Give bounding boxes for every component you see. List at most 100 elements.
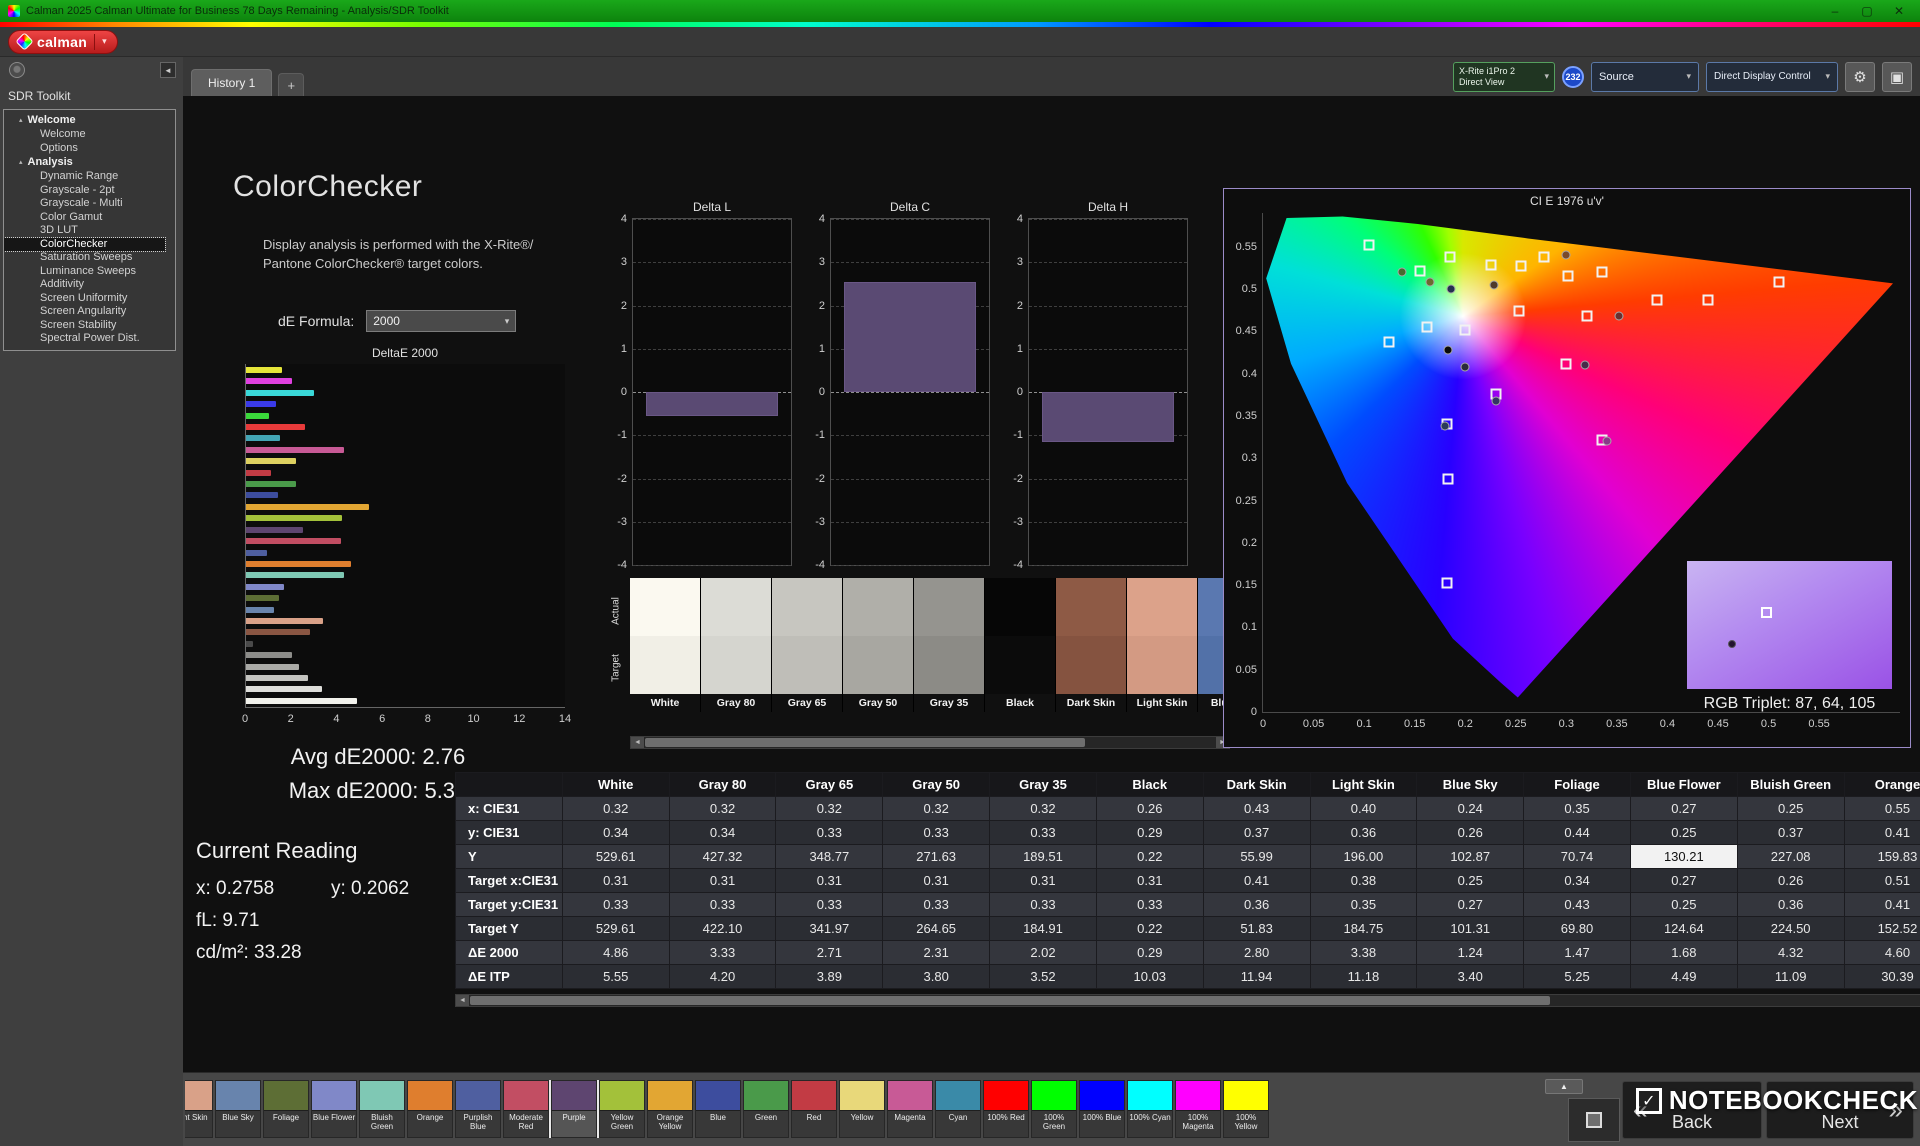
patch-label: Purple (552, 1111, 596, 1135)
table-cell[interactable]: 130.21 (1630, 845, 1737, 869)
sidebar-item-screen-uniformity[interactable]: Screen Uniformity (4, 292, 175, 306)
table-scrollbar[interactable]: ◄ ► (455, 994, 1920, 1007)
table-cell: 0.33 (669, 893, 776, 917)
results-table: WhiteGray 80Gray 65Gray 50Gray 35BlackDa… (455, 772, 1920, 989)
scroll-left-icon[interactable]: ◄ (631, 737, 644, 748)
patch-button-yellow-green[interactable]: Yellow Green (599, 1080, 645, 1138)
column-header-blue-flower: Blue Flower (1630, 773, 1737, 797)
patch-button-yellow[interactable]: Yellow (839, 1080, 885, 1138)
minimize-button[interactable]: – (1822, 4, 1848, 18)
patch-button-purple[interactable]: Purple (551, 1080, 597, 1138)
patch-button-moderate-red[interactable]: Moderate Red (503, 1080, 549, 1138)
close-button[interactable]: ✕ (1886, 4, 1912, 18)
de2000-bar-gray-35 (246, 652, 292, 658)
patch-button-bluish-green[interactable]: Bluish Green (359, 1080, 405, 1138)
sidebar-item-welcome[interactable]: Welcome (4, 128, 175, 142)
table-cell: 0.41 (1844, 821, 1920, 845)
table-row-e-itp: ΔE ITP5.554.203.893.803.5210.0311.9411.1… (456, 965, 1920, 989)
table-cell: 30.39 (1844, 965, 1920, 989)
sidebar-item-screen-stability[interactable]: Screen Stability (4, 319, 175, 333)
sidebar-collapse-button[interactable]: ◄ (160, 62, 176, 78)
patch-color-swatch (648, 1081, 692, 1111)
patch-button-100-magenta[interactable]: 100% Magenta (1175, 1080, 1221, 1138)
scrollbar-thumb[interactable] (645, 738, 1085, 747)
scrollbar-thumb[interactable] (470, 996, 1550, 1005)
strip-scrollbar[interactable]: ◄ ► (630, 736, 1230, 749)
patch-button-blue[interactable]: Blue (695, 1080, 741, 1138)
patch-button-purplish-blue[interactable]: Purplish Blue (455, 1080, 501, 1138)
back-button[interactable]: « Back (1622, 1081, 1762, 1139)
patch-button-blue-flower[interactable]: Blue Flower (311, 1080, 357, 1138)
y-tick-label: 4 (799, 213, 825, 225)
delta-plot: 43210-1-2-3-4 (632, 218, 792, 566)
delta-c-chart: Delta C 43210-1-2-3-4 (830, 200, 990, 566)
patch-button-foliage[interactable]: Foliage (263, 1080, 309, 1138)
settings-gear-button[interactable]: ⚙ (1845, 62, 1875, 92)
patch-button-orange[interactable]: Orange (407, 1080, 453, 1138)
patch-button-100-green[interactable]: 100% Green (1031, 1080, 1077, 1138)
cie-measured-marker (1491, 396, 1500, 405)
sidebar-item-colorchecker[interactable]: ColorChecker (4, 238, 165, 252)
meter-selector-button[interactable]: X-Rite i1Pro 2 Direct View ▾ (1453, 62, 1555, 92)
sidebar-item-dynamic-range[interactable]: Dynamic Range (4, 170, 175, 184)
display-control-dropdown[interactable]: Direct Display Control ▾ (1706, 62, 1838, 92)
table-cell: 0.31 (776, 869, 883, 893)
sidebar-item-color-gamut[interactable]: Color Gamut (4, 211, 175, 225)
gridline (633, 349, 791, 350)
patch-button-orange-yellow[interactable]: Orange Yellow (647, 1080, 693, 1138)
target-icon[interactable] (9, 62, 25, 78)
patch-button-100-cyan[interactable]: 100% Cyan (1127, 1080, 1173, 1138)
x-tick-label: 0 (242, 713, 248, 725)
y-tick-label: -2 (601, 473, 627, 485)
tab-history-1[interactable]: History 1 (191, 69, 272, 96)
cie-measured-marker (1489, 280, 1498, 289)
patch-button-green[interactable]: Green (743, 1080, 789, 1138)
gridline (1029, 479, 1187, 480)
pattern-window-button[interactable] (1568, 1098, 1620, 1142)
scroll-left-icon[interactable]: ◄ (456, 995, 469, 1006)
table-cell: 3.40 (1417, 965, 1524, 989)
table-cell: 0.31 (1096, 869, 1203, 893)
strip-swatch-gray-65: Gray 65 (772, 578, 842, 712)
strip-actual-label: Actual (611, 597, 622, 625)
patch-button-blue-sky[interactable]: Blue Sky (215, 1080, 261, 1138)
sidebar-item-3d-lut[interactable]: 3D LUT (4, 224, 175, 238)
sidebar-item-grayscale-multi[interactable]: Grayscale - Multi (4, 197, 175, 211)
patch-button-100-blue[interactable]: 100% Blue (1079, 1080, 1125, 1138)
patch-button-cyan[interactable]: Cyan (935, 1080, 981, 1138)
calman-menu-button[interactable]: calman ▾ (8, 30, 118, 54)
patch-color-swatch (1176, 1081, 1220, 1111)
sidebar-section-analysis[interactable]: ▴Analysis (4, 155, 175, 170)
chevron-down-icon: ▾ (1825, 71, 1830, 82)
sidebar-section-welcome[interactable]: ▴Welcome (4, 113, 175, 128)
sidebar-item-luminance-sweeps[interactable]: Luminance Sweeps (4, 265, 175, 279)
y-tick-label: 2 (997, 300, 1023, 312)
sidebar-item-saturation-sweeps[interactable]: Saturation Sweeps (4, 251, 175, 265)
sidebar-item-spectral-power-dist[interactable]: Spectral Power Dist. (4, 332, 175, 346)
swatch-label: Gray 80 (701, 694, 771, 712)
patch-button-light-skin[interactable]: Light Skin (185, 1080, 213, 1138)
column-header-black: Black (1096, 773, 1203, 797)
table-cell: 0.36 (1203, 893, 1310, 917)
table-cell: 69.80 (1524, 917, 1631, 941)
patch-button-100-yellow[interactable]: 100% Yellow (1223, 1080, 1269, 1138)
patch-button-magenta[interactable]: Magenta (887, 1080, 933, 1138)
next-button[interactable]: » Next (1766, 1081, 1914, 1139)
sidebar-item-grayscale-2pt[interactable]: Grayscale - 2pt (4, 184, 175, 198)
sidebar-item-screen-angularity[interactable]: Screen Angularity (4, 305, 175, 319)
strip-target-label: Target (611, 654, 622, 682)
layout-panel-button[interactable]: ▣ (1882, 62, 1912, 92)
y-tick-label: 2 (799, 300, 825, 312)
section-caret-icon: ▴ (19, 114, 23, 127)
patch-button-100-red[interactable]: 100% Red (983, 1080, 1029, 1138)
de-formula-select[interactable]: 2000 ▾ (366, 310, 516, 332)
maximize-button[interactable]: ▢ (1854, 4, 1880, 18)
patch-button-red[interactable]: Red (791, 1080, 837, 1138)
cie-target-marker (1421, 322, 1432, 333)
expand-patches-button[interactable]: ▲ (1545, 1079, 1583, 1094)
add-tab-button[interactable]: + (278, 73, 304, 96)
sidebar-item-additivity[interactable]: Additivity (4, 278, 175, 292)
source-dropdown[interactable]: Source ▾ (1591, 62, 1699, 92)
sidebar-item-options[interactable]: Options (4, 142, 175, 156)
swatch-label: Black (985, 694, 1055, 712)
